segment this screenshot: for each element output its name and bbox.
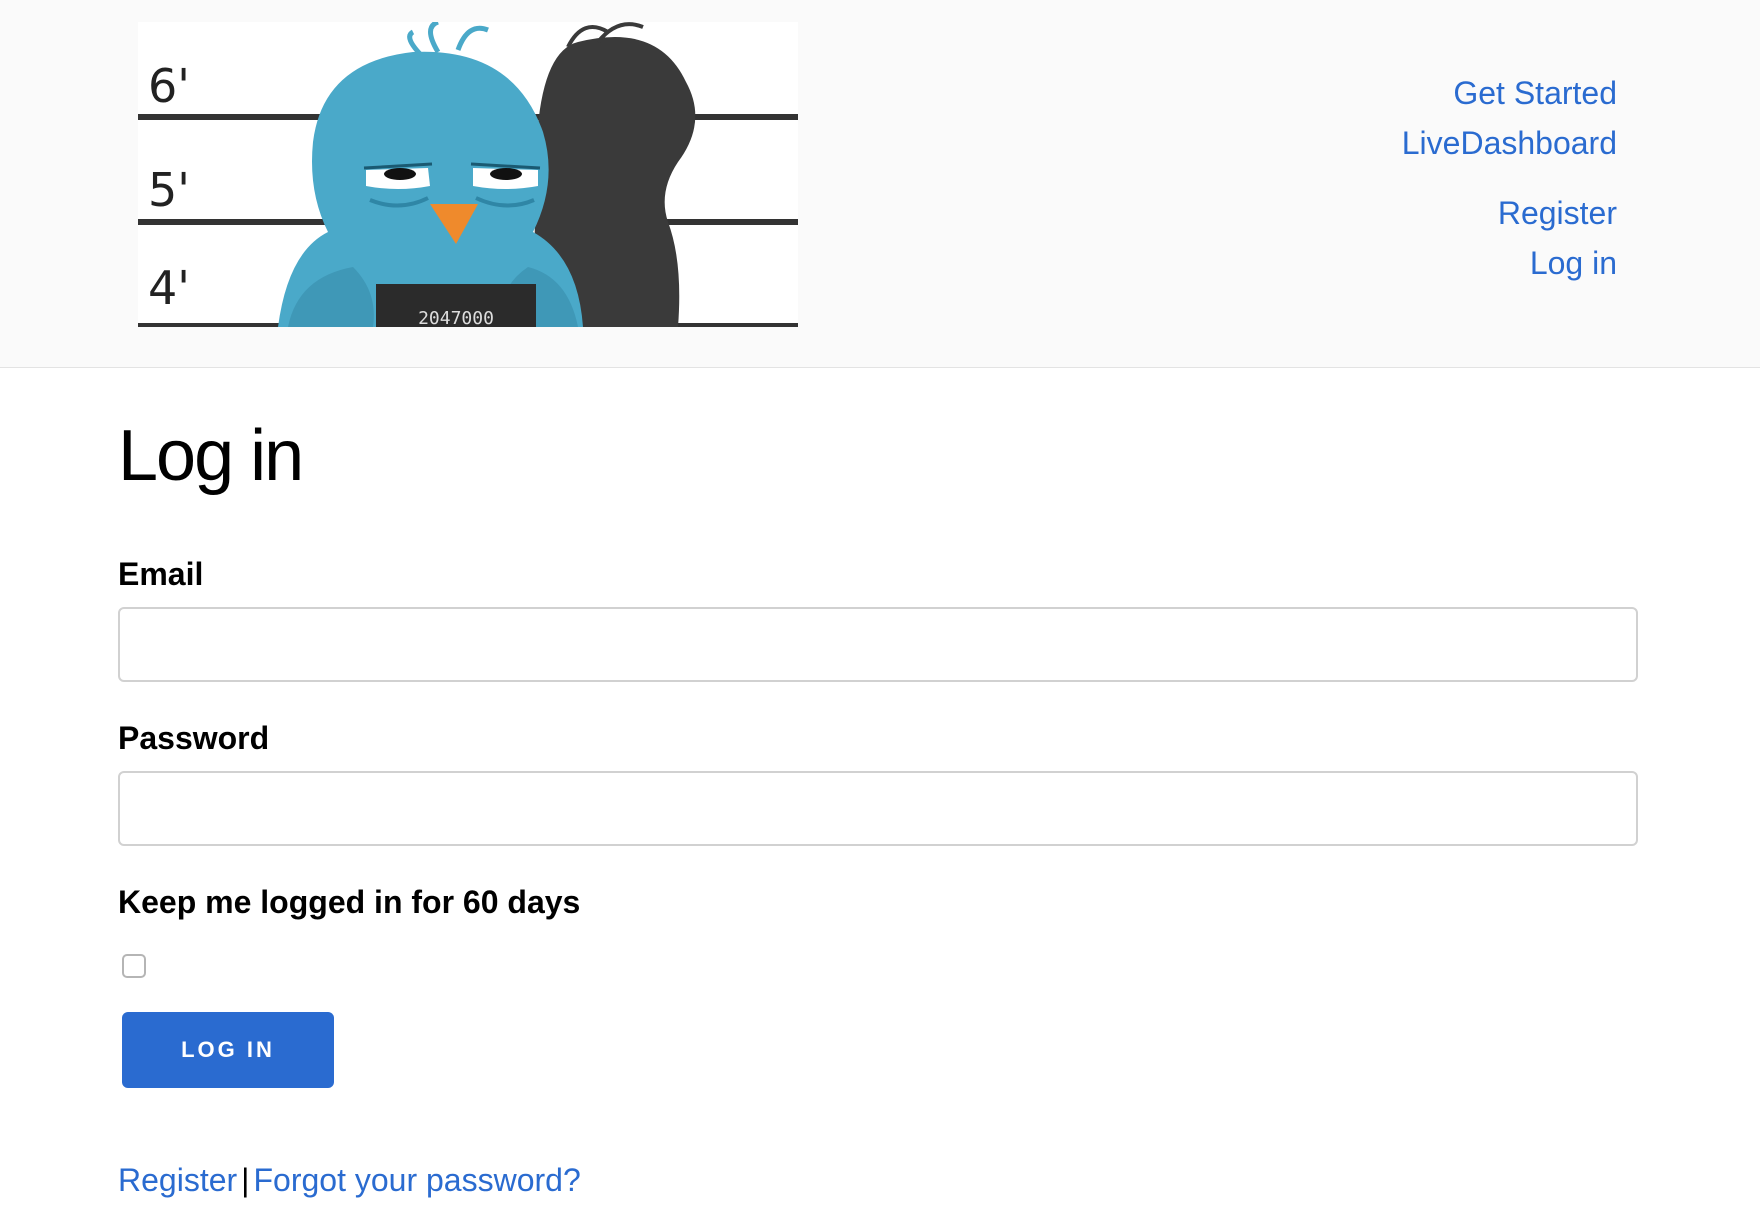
remember-me-label: Keep me logged in for 60 days xyxy=(118,884,581,920)
password-label: Password xyxy=(118,720,270,756)
height-mark-6: 6' xyxy=(148,59,190,113)
nav-get-started-link[interactable]: Get Started xyxy=(1402,68,1617,118)
nav-register-link[interactable]: Register xyxy=(1402,188,1617,238)
email-label: Email xyxy=(118,556,204,592)
page-title: Log in xyxy=(118,416,304,496)
nav-log-in-link[interactable]: Log in xyxy=(1402,238,1617,288)
email-field[interactable] xyxy=(118,607,1638,682)
mugshot-bird-illustration: 6' 5' 4' 2047000 xyxy=(138,22,798,327)
header-nav: Get Started LiveDashboard Register Log i… xyxy=(1402,68,1617,288)
footer-separator: | xyxy=(241,1162,250,1198)
site-logo[interactable]: 6' 5' 4' 2047000 xyxy=(138,22,798,327)
forgot-password-link[interactable]: Forgot your password? xyxy=(253,1162,580,1198)
site-header: 6' 5' 4' 2047000 Get Started LiveDashboa… xyxy=(0,0,1760,368)
login-form: Email Password Keep me logged in for 60 … xyxy=(118,558,1638,1088)
remember-me-checkbox[interactable] xyxy=(122,954,146,978)
placard-number: 2047000 xyxy=(418,308,494,327)
footer-register-link[interactable]: Register xyxy=(118,1162,237,1198)
login-main: Log in Email Password Keep me logged in … xyxy=(118,368,1638,1196)
height-mark-5: 5' xyxy=(148,163,190,217)
password-field[interactable] xyxy=(118,771,1638,846)
log-in-button[interactable]: LOG IN xyxy=(122,1012,334,1088)
height-mark-4: 4' xyxy=(148,261,190,315)
footer-links: Register | Forgot your password? xyxy=(118,1164,1638,1196)
nav-live-dashboard-link[interactable]: LiveDashboard xyxy=(1402,118,1617,168)
